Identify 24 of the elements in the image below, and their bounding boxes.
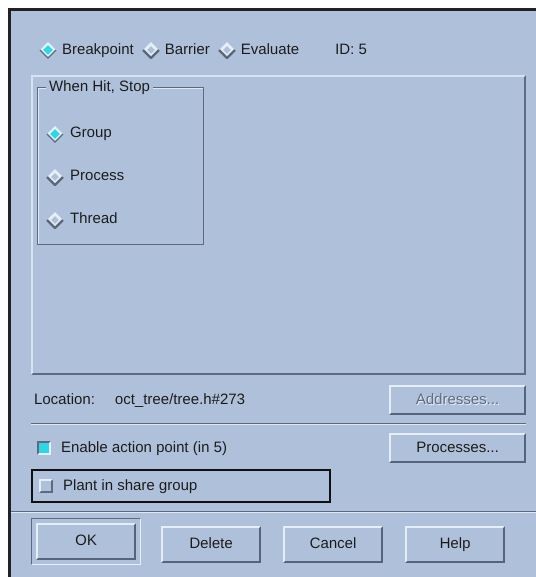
option-label: Barrier bbox=[164, 40, 210, 60]
id-label: ID: 5 bbox=[335, 40, 367, 60]
option-label: Thread bbox=[70, 209, 118, 230]
radio-button[interactable] bbox=[218, 41, 236, 59]
dialog-button[interactable]: Help bbox=[405, 526, 505, 562]
option-label: Evaluate bbox=[240, 40, 300, 60]
radio-button[interactable] bbox=[46, 168, 64, 186]
dialog-button[interactable]: OK bbox=[36, 523, 136, 560]
option-label: Group bbox=[70, 123, 112, 144]
location-label: Location: bbox=[34, 390, 95, 410]
checkbox[interactable] bbox=[37, 441, 51, 455]
dialog-button[interactable]: Cancel bbox=[283, 526, 383, 562]
radio-button[interactable] bbox=[142, 41, 160, 59]
dialog-button[interactable]: Delete bbox=[161, 526, 261, 562]
option-label: Process bbox=[70, 166, 124, 186]
checkbox-label: Plant in share group bbox=[63, 476, 198, 496]
radio-button[interactable] bbox=[46, 210, 64, 228]
option-label: Breakpoint bbox=[62, 40, 134, 60]
processes-button[interactable]: Processes... bbox=[389, 433, 526, 463]
location-value: oct_tree/tree.h#273 bbox=[114, 390, 245, 410]
radio-button[interactable] bbox=[39, 41, 57, 59]
checkbox-label: Enable action point (in 5) bbox=[61, 438, 227, 458]
group-title: When Hit, Stop bbox=[46, 78, 153, 96]
radio-button[interactable] bbox=[46, 124, 64, 142]
